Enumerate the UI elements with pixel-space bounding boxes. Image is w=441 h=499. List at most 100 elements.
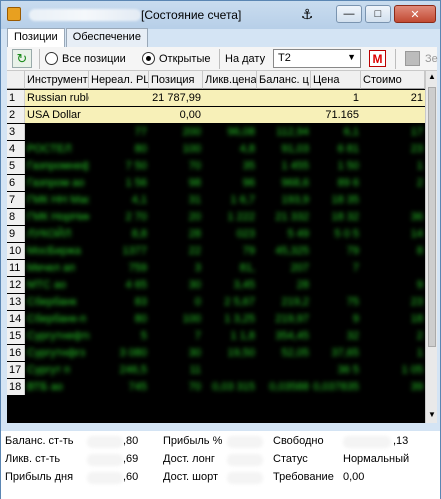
toolbar-divider [219, 49, 220, 69]
col-header-instrument[interactable]: Инструмент [25, 71, 89, 89]
table-row[interactable]: 2 USA Dollar 0,00 71.165 [7, 107, 425, 123]
position-cell: 0,00 [149, 107, 203, 123]
toolbar-divider [39, 49, 40, 69]
pl-cell: 4,1 [131, 194, 147, 206]
table-row[interactable]: 15 Сургутнефть 5 7 1 1,8 354,45 32 2 [7, 328, 425, 344]
refresh-icon[interactable]: ↻ [12, 49, 32, 68]
row-index: 17 [7, 362, 25, 378]
position-cell: 70 [188, 160, 201, 172]
cost-cell: 1 05 [401, 364, 423, 376]
instrument-cell: Сургутнфгз [27, 347, 86, 359]
col-header-balance-price[interactable]: Баланс. ц [257, 71, 311, 89]
pl-cell: 1377 [122, 245, 147, 257]
table-row[interactable]: 1 Russian ruble 21 787,99 1 21 [7, 90, 425, 106]
price-cell: 1 50 [337, 160, 359, 172]
pl-cell: 77 [134, 126, 147, 138]
row-index: 15 [7, 328, 25, 344]
close-button[interactable]: ✕ [394, 5, 436, 23]
account-summary: Баланс. ст-ть ,80 Ликв. ст-ть ,69 Прибыл… [1, 431, 440, 499]
col-header-cost[interactable]: Стоимо [361, 71, 425, 89]
vertical-scrollbar[interactable]: ▲ ▼ [425, 71, 437, 423]
instrument-cell: Газпромнефть ап [27, 160, 89, 172]
m-button[interactable]: M [369, 50, 386, 67]
pl-cell: 80 [134, 313, 147, 325]
scroll-up-icon[interactable]: ▲ [427, 72, 437, 84]
table-row[interactable]: 17 Сургут п 246,5 11 36 5 1 05 [7, 362, 425, 378]
minimize-button[interactable]: — [336, 5, 362, 23]
radio-all-positions[interactable]: Все позиции [45, 52, 126, 65]
col-header-index[interactable] [7, 71, 25, 89]
table-row[interactable]: 16 Сургутнфгз 3 080 30 19,50 52,05 37,65 1 [7, 345, 425, 361]
price-cell: 89 6 [337, 177, 359, 189]
cost-cell: 1 [416, 347, 423, 359]
radio-open-positions[interactable]: Открытые [142, 52, 211, 65]
maximize-button[interactable]: □ [365, 5, 391, 23]
table-row[interactable]: 18 ВТБ ао 745 70 0,03 315 0,03588 0,037835 39 [7, 379, 425, 395]
position-cell: 98 [188, 177, 201, 189]
profit-pct-label: Прибыль % [163, 435, 223, 447]
instrument-cell: ЛУКОЙЛ [27, 228, 72, 240]
profit-day-value: ,60 [123, 471, 139, 483]
pl-cell [89, 107, 149, 123]
table-row[interactable]: 11 Мечел ап 759 3 81, 207 7 [7, 260, 425, 276]
pl-cell: 759 [128, 262, 147, 274]
date-value: T2 [278, 52, 291, 64]
table-row[interactable]: 7 ГМК НН Мао 4,1 31 1 6,7 193,9 18 35 [7, 192, 425, 208]
pl-cell: 246,5 [119, 364, 147, 376]
table-row[interactable]: 12 МТС ао 4 65 30 3,45 28 9 [7, 277, 425, 293]
col-header-pl[interactable]: Нереал. PL [89, 71, 149, 89]
row-index: 4 [7, 141, 25, 157]
table-row[interactable]: 6 Газпром ао 1 56 98 96 968,6 89 6 2 [7, 175, 425, 191]
instrument-cell: ВТБ ао [27, 381, 63, 393]
requirement-value: 0,00 [343, 471, 365, 483]
table-row[interactable]: 10 МосБиржа 1377 22 79 45,325 79 8 [7, 243, 425, 259]
price-cell: 6 81 [337, 143, 359, 155]
tab-collateral[interactable]: Обеспечение [65, 28, 148, 47]
table-row[interactable]: 9 ЛУКОЙЛ 8,8 28 023 5 49 5 0 5 14 [7, 226, 425, 242]
instrument-cell: Сбербанк [27, 296, 77, 308]
tab-positions[interactable]: Позиции [7, 28, 65, 48]
balance-price-cell: 91,03 [281, 143, 309, 155]
pl-cell: 8,8 [131, 228, 147, 240]
table-row[interactable]: 8 ГМК НорНик 2 70 20 1 222 21 332 18 32 36 [7, 209, 425, 225]
balance-price-cell: 207 [290, 262, 309, 274]
scroll-down-icon[interactable]: ▼ [427, 410, 437, 422]
pl-cell: 2 70 [125, 211, 147, 223]
table-row[interactable]: 3 77 200 96,08 112,94 6,1 17 [7, 124, 425, 140]
row-index: 7 [7, 192, 25, 208]
table-row[interactable]: 14 Сбербанк-п 80 100 1 3,25 219,97 9 18 [7, 311, 425, 327]
row-index: 12 [7, 277, 25, 293]
col-header-liq-price[interactable]: Ликв.цена [203, 71, 257, 89]
pl-cell: 4 65 [125, 279, 147, 291]
long-label: Дост. лонг [163, 453, 215, 465]
position-cell: 100 [182, 313, 201, 325]
row-index: 11 [7, 260, 25, 276]
price-cell: 71.165 [311, 107, 361, 123]
col-header-price[interactable]: Цена [311, 71, 361, 89]
liq-price-cell [203, 362, 257, 378]
cost-cell: 23 [410, 296, 423, 308]
positions-table[interactable]: Инструмент Нереал. PL Позиция Ликв.цена … [7, 71, 425, 423]
balance-price-cell: 354,45 [275, 330, 309, 342]
table-row[interactable]: 5Газпромнефть ап 7 50 70 35 1 455 1 50 1 [7, 158, 425, 174]
status-label: Статус [273, 453, 308, 465]
price-cell: 18 32 [331, 211, 359, 223]
balance-price-cell: 52,05 [281, 347, 309, 359]
title-bar[interactable]: [Состояние счета] ⚓ — □ ✕ [1, 1, 440, 29]
title-redacted [29, 9, 141, 21]
anchor-icon[interactable]: ⚓ [296, 5, 318, 23]
cost-cell [361, 260, 425, 276]
table-row[interactable]: 4 РОСТЕЛ 80 100 4,8 91,03 6 81 23 [7, 141, 425, 157]
instrument-cell: USA Dollar [25, 107, 89, 123]
price-cell: 18 35 [331, 194, 359, 206]
liq-price-cell: 1 222 [227, 211, 255, 223]
balance-price-cell: 45,325 [275, 245, 309, 257]
scroll-thumb[interactable] [428, 87, 436, 347]
row-index: 18 [7, 379, 25, 395]
cost-cell: 39 [410, 381, 423, 393]
table-row[interactable]: 13 Сбербанк 83 0 2 5,67 219,2 75 23 [7, 294, 425, 310]
date-select[interactable]: T2 ▼ [273, 49, 361, 68]
row-index: 13 [7, 294, 25, 310]
col-header-position[interactable]: Позиция [149, 71, 203, 89]
edit-icon[interactable] [405, 51, 420, 66]
